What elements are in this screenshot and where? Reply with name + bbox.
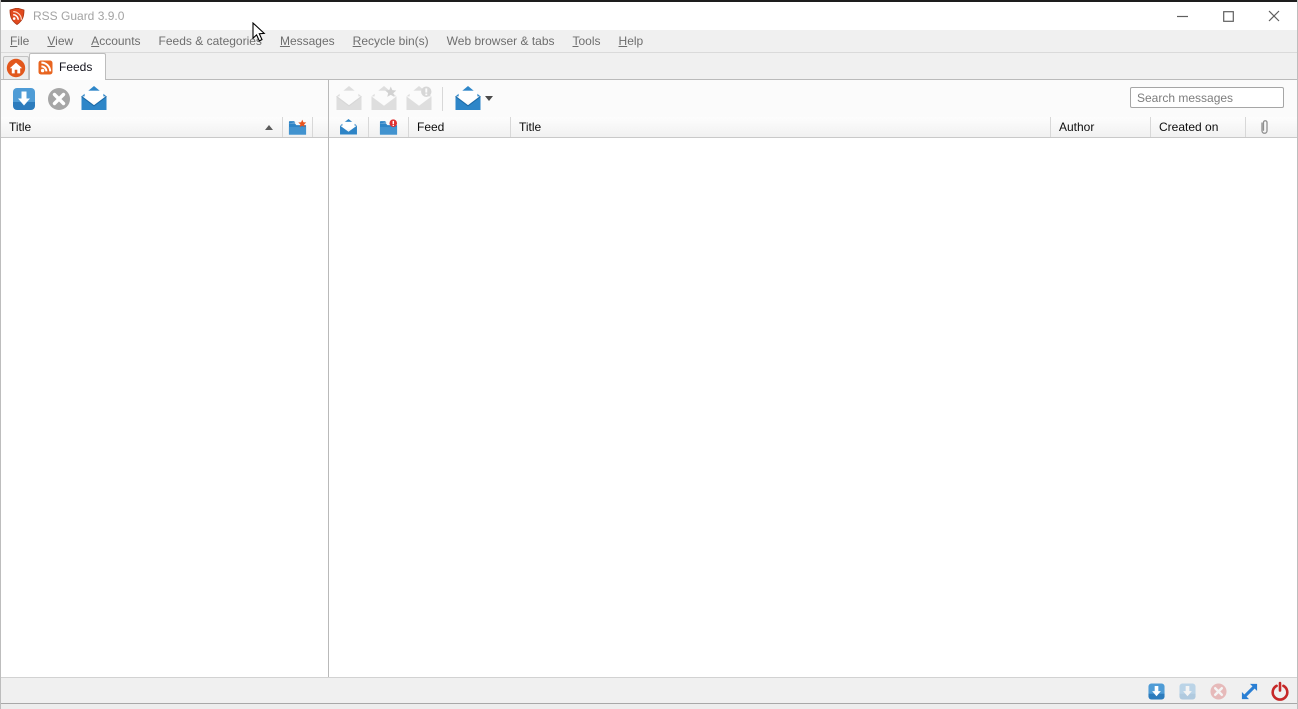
mark-important-button[interactable] bbox=[369, 84, 398, 113]
feeds-column-counts[interactable] bbox=[283, 117, 313, 137]
mark-read-icon bbox=[335, 86, 362, 110]
mark-unread-icon bbox=[406, 86, 431, 110]
menu-web-browser-tabs[interactable]: Web browser & tabs bbox=[438, 31, 564, 51]
statusbar-update-feeds-button[interactable] bbox=[1146, 681, 1166, 701]
app-shield-icon bbox=[9, 7, 25, 25]
menu-help[interactable]: Help bbox=[610, 31, 653, 51]
menu-recycle-bins[interactable]: Recycle bin(s) bbox=[344, 31, 438, 51]
messages-column-importance[interactable] bbox=[369, 117, 409, 137]
messages-column-title[interactable]: Title bbox=[511, 117, 1051, 137]
mark-all-read-dropdown-button[interactable] bbox=[452, 84, 494, 113]
mark-unread-button[interactable] bbox=[404, 84, 433, 113]
mark-feed-read-button[interactable] bbox=[79, 84, 108, 113]
feeds-toolbar bbox=[9, 84, 108, 113]
home-icon bbox=[6, 58, 26, 78]
stop-update-icon bbox=[1209, 682, 1227, 700]
mark-all-read-icon bbox=[454, 86, 481, 110]
messages-list[interactable] bbox=[329, 138, 1297, 677]
messages-toolbar bbox=[334, 84, 494, 113]
window-resize-edge[interactable] bbox=[1, 703, 1297, 709]
fullscreen-icon bbox=[1241, 683, 1257, 699]
fullscreen-button[interactable] bbox=[1239, 681, 1259, 701]
tab-feeds-label: Feeds bbox=[59, 60, 93, 74]
maximize-button[interactable] bbox=[1205, 2, 1251, 30]
toolbar-separator bbox=[442, 86, 443, 111]
folder-star-icon bbox=[288, 119, 307, 135]
chevron-down-icon bbox=[484, 96, 493, 101]
messages-column-feed[interactable]: Feed bbox=[409, 117, 511, 137]
quit-icon bbox=[1271, 681, 1289, 701]
messages-column-created-on[interactable]: Created on bbox=[1151, 117, 1246, 137]
window-title: RSS Guard 3.9.0 bbox=[33, 9, 125, 23]
tab-bar: Feeds bbox=[1, 53, 1297, 80]
menu-bar: File View Accounts Feeds & categories Me… bbox=[1, 30, 1297, 53]
stop-update-icon bbox=[47, 87, 70, 110]
feeds-column-title[interactable]: Title bbox=[1, 117, 283, 137]
feeds-list[interactable] bbox=[1, 138, 328, 677]
menu-messages[interactable]: Messages bbox=[271, 31, 344, 51]
feeds-header-spacer bbox=[313, 117, 328, 137]
stop-update-button[interactable] bbox=[44, 84, 73, 113]
update-selected-feeds-icon bbox=[1178, 682, 1196, 700]
menu-file[interactable]: File bbox=[1, 31, 38, 51]
update-feeds-button[interactable] bbox=[9, 84, 38, 113]
rss-feed-icon bbox=[38, 60, 53, 74]
messages-column-read[interactable] bbox=[329, 117, 369, 137]
sort-ascending-icon bbox=[265, 124, 273, 130]
mark-read-button[interactable] bbox=[334, 84, 363, 113]
tab-home[interactable] bbox=[3, 56, 29, 79]
envelope-icon bbox=[340, 119, 357, 135]
title-bar: RSS Guard 3.9.0 bbox=[1, 2, 1297, 30]
update-feeds-icon bbox=[12, 87, 35, 110]
menu-tools[interactable]: Tools bbox=[564, 31, 610, 51]
folder-alert-icon bbox=[379, 118, 398, 135]
close-icon bbox=[1268, 10, 1280, 22]
minimize-button[interactable] bbox=[1159, 2, 1205, 30]
close-button[interactable] bbox=[1251, 2, 1297, 30]
messages-list-header: Feed Title Author Created on bbox=[329, 117, 1297, 138]
tab-feeds[interactable]: Feeds bbox=[29, 53, 107, 80]
mark-feed-read-icon bbox=[80, 86, 107, 110]
menu-feeds-categories[interactable]: Feeds & categories bbox=[150, 31, 271, 51]
status-bar bbox=[1, 677, 1297, 703]
quit-button[interactable] bbox=[1270, 681, 1290, 701]
search-input[interactable] bbox=[1130, 87, 1284, 108]
messages-column-attachment[interactable] bbox=[1246, 117, 1297, 137]
maximize-icon bbox=[1222, 10, 1234, 22]
feeds-list-header: Title bbox=[1, 117, 328, 138]
statusbar-stop-update-button[interactable] bbox=[1208, 681, 1228, 701]
messages-column-author[interactable]: Author bbox=[1051, 117, 1151, 137]
app-window: RSS Guard 3.9.0 File View Accounts Feeds… bbox=[0, 0, 1298, 709]
paperclip-icon bbox=[1261, 119, 1268, 134]
toolbar bbox=[1, 80, 1297, 117]
mark-important-icon bbox=[371, 86, 396, 110]
update-feeds-icon bbox=[1147, 682, 1165, 700]
statusbar-update-selected-button[interactable] bbox=[1177, 681, 1197, 701]
minimize-icon bbox=[1176, 15, 1188, 17]
menu-accounts[interactable]: Accounts bbox=[82, 31, 149, 51]
menu-view[interactable]: View bbox=[38, 31, 82, 51]
